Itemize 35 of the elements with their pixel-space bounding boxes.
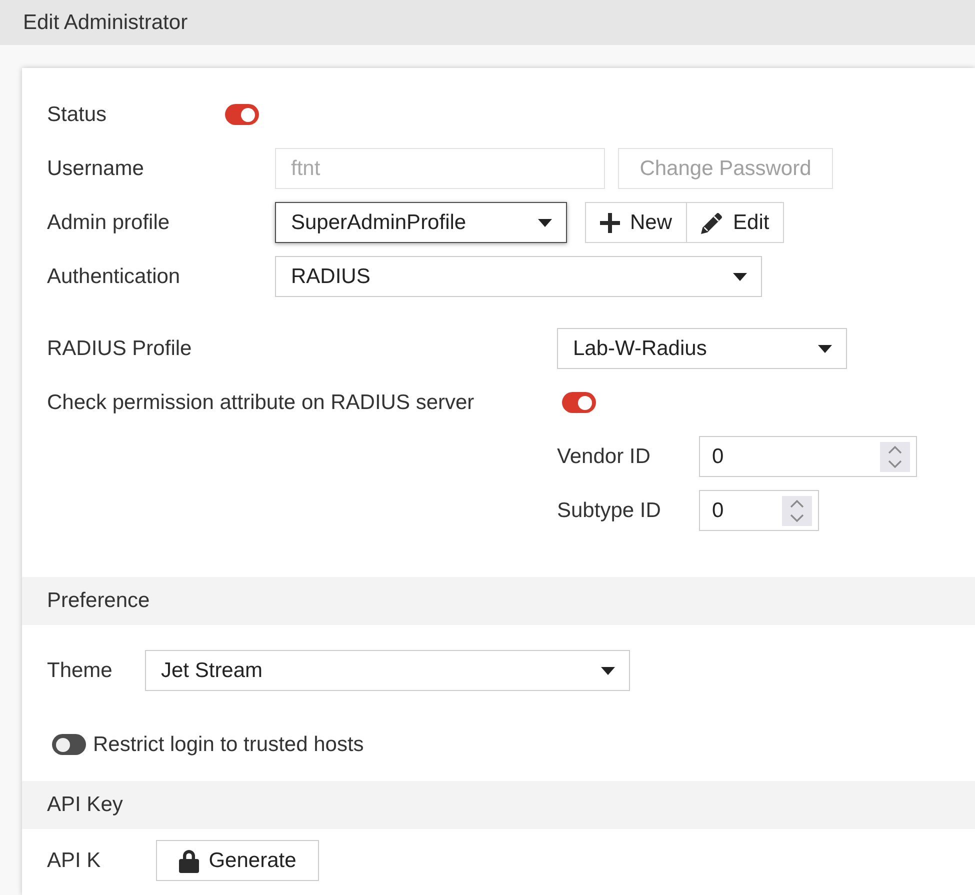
subtype-id-label: Subtype ID [557, 498, 661, 522]
subtype-id-field[interactable]: 0 [699, 490, 819, 531]
radius-profile-select[interactable]: Lab-W-Radius [557, 328, 847, 369]
pencil-icon [701, 212, 724, 234]
username-label: Username [47, 156, 144, 180]
check-permission-toggle[interactable] [562, 392, 596, 413]
lock-icon [178, 848, 199, 872]
caret-down-icon [538, 218, 552, 226]
restrict-login-label: Restrict login to trusted hosts [93, 732, 364, 758]
generate-button[interactable]: Generate [156, 840, 319, 881]
section-title: API Key [47, 792, 123, 818]
check-permission-label: Check permission attribute on RADIUS server [47, 390, 474, 414]
status-label: Status [47, 102, 107, 126]
status-toggle[interactable] [225, 104, 259, 125]
theme-select[interactable]: Jet Stream [145, 650, 630, 691]
vendor-id-label: Vendor ID [557, 444, 650, 468]
plus-icon [600, 212, 620, 232]
vendor-id-field[interactable]: 0 [699, 436, 917, 477]
admin-profile-label: Admin profile [47, 210, 170, 234]
restrict-login-toggle[interactable] [52, 734, 86, 755]
window-title: Edit Administrator [23, 10, 188, 36]
caret-down-icon [733, 272, 747, 280]
api-key-label: API K [47, 848, 101, 872]
caret-down-icon [818, 344, 832, 352]
authentication-label: Authentication [47, 264, 180, 288]
radius-profile-label: RADIUS Profile [47, 336, 192, 360]
stepper-arrows-icon[interactable] [782, 496, 812, 526]
admin-profile-select[interactable]: SuperAdminProfile [275, 202, 567, 243]
section-title: Preference [47, 588, 150, 614]
caret-down-icon [601, 666, 615, 674]
stepper-arrows-icon[interactable] [880, 442, 910, 472]
new-button[interactable]: New [585, 202, 688, 243]
edit-button[interactable]: Edit [686, 202, 784, 243]
authentication-select[interactable]: RADIUS [275, 256, 762, 297]
theme-label: Theme [47, 658, 112, 682]
